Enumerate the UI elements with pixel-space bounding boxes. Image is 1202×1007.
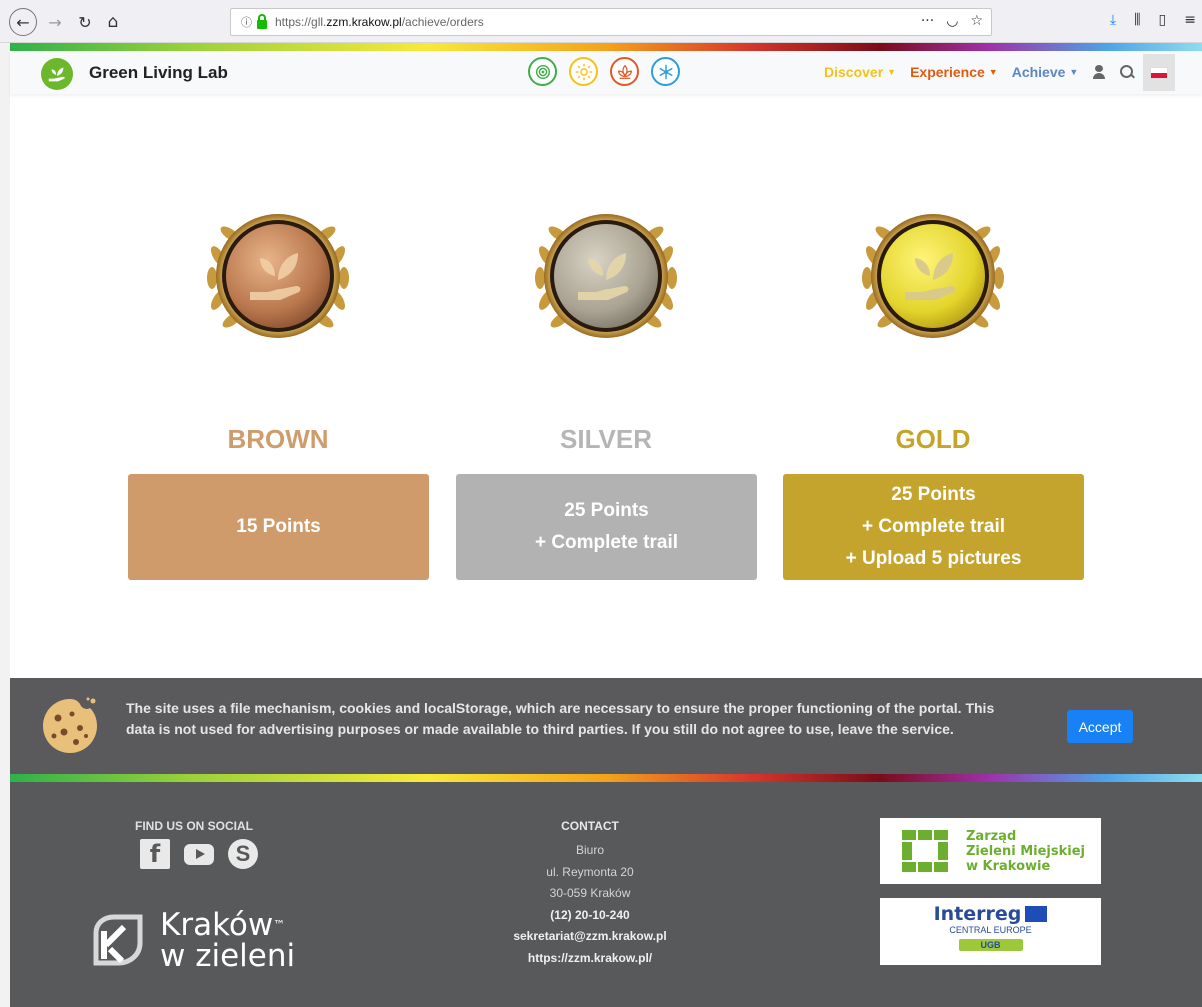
contact-title: CONTACT	[561, 819, 619, 833]
chevron-down-icon: ▼	[887, 67, 897, 77]
spring-icon[interactable]	[528, 57, 557, 86]
browser-toolbar: ← → ↻ ⌂ ⓘ https://gll.zzm.krakow.pl/achi…	[0, 0, 1202, 43]
menu-icon[interactable]: ≡	[1184, 12, 1196, 28]
logo-icon[interactable]	[41, 58, 73, 90]
top-rainbow-bar	[10, 43, 1202, 51]
zzm-logo[interactable]: Zarząd Zieleni Miejskiej w Krakowie	[880, 818, 1101, 884]
facebook-icon[interactable]: f	[140, 839, 170, 869]
reload-icon[interactable]: ↻	[74, 8, 96, 36]
info-icon[interactable]: ⓘ	[241, 14, 252, 30]
krakow-w-zieleni-logo[interactable]: Kraków™ w zieleni	[86, 909, 295, 973]
cookie-icon	[43, 697, 97, 753]
nav-discover[interactable]: Discover ▼	[824, 64, 896, 80]
tier-requirement: 25 Points	[891, 484, 976, 505]
user-icon[interactable]	[1092, 65, 1106, 79]
tier-requirement: + Complete trail	[534, 532, 679, 553]
nav-achieve[interactable]: Achieve ▼	[1012, 64, 1079, 80]
contact-street: ul. Reymonta 20	[546, 864, 634, 879]
language-switch[interactable]	[1143, 54, 1175, 91]
home-icon[interactable]: ⌂	[102, 8, 124, 36]
krakow-leaf-icon	[93, 914, 143, 966]
chevron-down-icon: ▼	[1069, 67, 1079, 77]
back-arrow-icon[interactable]: ←	[9, 8, 37, 36]
silver-medal-icon	[535, 214, 677, 338]
site-header: Green Living Lab Discover ▼ Experience ▼ A…	[10, 51, 1202, 94]
bottom-rainbow-bar	[10, 774, 1202, 782]
autumn-icon[interactable]	[610, 57, 639, 86]
sidebar-icon[interactable]: ▯	[1159, 12, 1167, 28]
eu-flag-icon	[1025, 906, 1048, 922]
cookie-message: The site uses a file mechanism, cookies …	[126, 700, 995, 737]
chevron-down-icon: ▼	[988, 67, 998, 77]
lock-icon	[257, 13, 267, 29]
forward-arrow-icon[interactable]: →	[44, 8, 66, 36]
address-bar[interactable]: ⓘ https://gll.zzm.krakow.pl/achieve/orde…	[230, 8, 992, 36]
search-icon[interactable]	[1120, 65, 1134, 79]
pocket-icon[interactable]: ◡	[946, 13, 958, 29]
contact-office: Biuro	[575, 843, 604, 857]
summer-icon[interactable]	[569, 57, 598, 86]
page: Green Living Lab Discover ▼ Experience ▼ A…	[10, 51, 1202, 1007]
tier-box-silver: 25 Points + Complete trail	[456, 474, 757, 580]
brand-name[interactable]: Green Living Lab	[89, 63, 228, 83]
tier-label-gold: GOLD	[895, 424, 971, 454]
tier-box-brown: 15 Points	[128, 474, 429, 580]
tier-requirement: 15 Points	[236, 516, 321, 537]
tier-requirement: + Complete trail	[861, 516, 1006, 537]
zzm-mark-icon	[902, 830, 948, 872]
more-icon[interactable]: ···	[921, 13, 934, 29]
contact-email[interactable]: sekretariat@zzm.krakow.pl	[430, 926, 750, 948]
contact-phone[interactable]: (12) 20-10-240	[430, 905, 750, 927]
interreg-logo[interactable]: Interreg CENTRAL EUROPE UGB	[880, 898, 1101, 965]
contact-section: CONTACT Biuro ul. Reymonta 20 30-059 Kra…	[430, 819, 750, 969]
star-icon[interactable]: ☆	[970, 13, 983, 29]
interreg-project: UGB	[958, 939, 1023, 951]
polish-flag-icon	[1150, 66, 1168, 79]
interreg-subtitle: CENTRAL EUROPE	[949, 925, 1032, 935]
interreg-title: Interreg	[933, 903, 1022, 925]
winter-icon[interactable]	[651, 57, 680, 86]
tier-requirement: 25 Points	[564, 500, 649, 521]
contact-city: 30-059 Kraków	[549, 886, 631, 900]
download-icon[interactable]: ⤓	[1110, 12, 1116, 28]
cookie-banner: The site uses a file mechanism, cookies …	[10, 678, 1202, 774]
accept-button[interactable]: Accept	[1067, 710, 1133, 743]
youtube-icon[interactable]	[184, 839, 214, 869]
footer: FIND US ON SOCIAL f S Kraków™ w zieleni …	[10, 782, 1202, 1007]
social-title: FIND US ON SOCIAL	[135, 819, 254, 833]
tier-label-brown: BROWN	[227, 424, 329, 454]
nav-experience[interactable]: Experience ▼	[910, 64, 998, 80]
gold-medal-icon	[862, 214, 1004, 338]
url-text: https://gll.zzm.krakow.pl/achieve/orders	[275, 15, 484, 29]
tier-box-gold: 25 Points + Complete trail + Upload 5 pi…	[783, 474, 1084, 580]
contact-website[interactable]: https://zzm.krakow.pl/	[430, 948, 750, 970]
brown-medal-icon	[207, 214, 349, 338]
krakow-logo-text: Kraków™ w zieleni	[160, 907, 296, 974]
tier-requirement: + Upload 5 pictures	[845, 548, 1022, 569]
tier-label-silver: SILVER	[560, 424, 652, 454]
zzm-logo-text: Zarząd Zieleni Miejskiej w Krakowie	[966, 828, 1085, 874]
skype-icon[interactable]: S	[228, 839, 258, 869]
library-icon[interactable]: ⫼	[1134, 12, 1140, 28]
